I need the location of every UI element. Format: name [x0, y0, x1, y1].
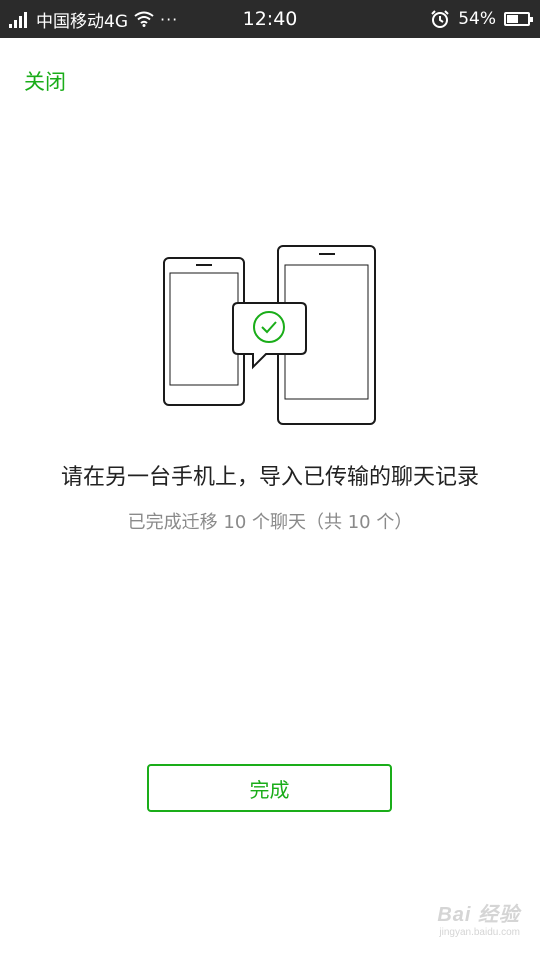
baidu-watermark: Bai 经验 jingyan.baidu.com	[437, 898, 520, 938]
status-bar: 中国移动4G ··· 12:40 54%	[0, 0, 540, 38]
battery-icon	[504, 12, 533, 26]
watermark-url: jingyan.baidu.com	[439, 927, 520, 938]
alarm-icon	[431, 10, 449, 28]
battery-fill	[507, 15, 518, 23]
close-button[interactable]: 关闭	[24, 66, 66, 96]
page-title: 请在另一台手机上，导入已传输的聊天记录	[60, 465, 479, 490]
watermark-text: Bai 经验	[437, 904, 520, 926]
migration-status: 已完成迁移 10 个聊天（共 10 个）	[127, 512, 413, 533]
done-button[interactable]: 完成	[147, 764, 392, 812]
battery-percent: 54%	[458, 9, 496, 29]
status-right: 54%	[430, 0, 533, 38]
phone-transfer-illustration	[163, 245, 376, 425]
